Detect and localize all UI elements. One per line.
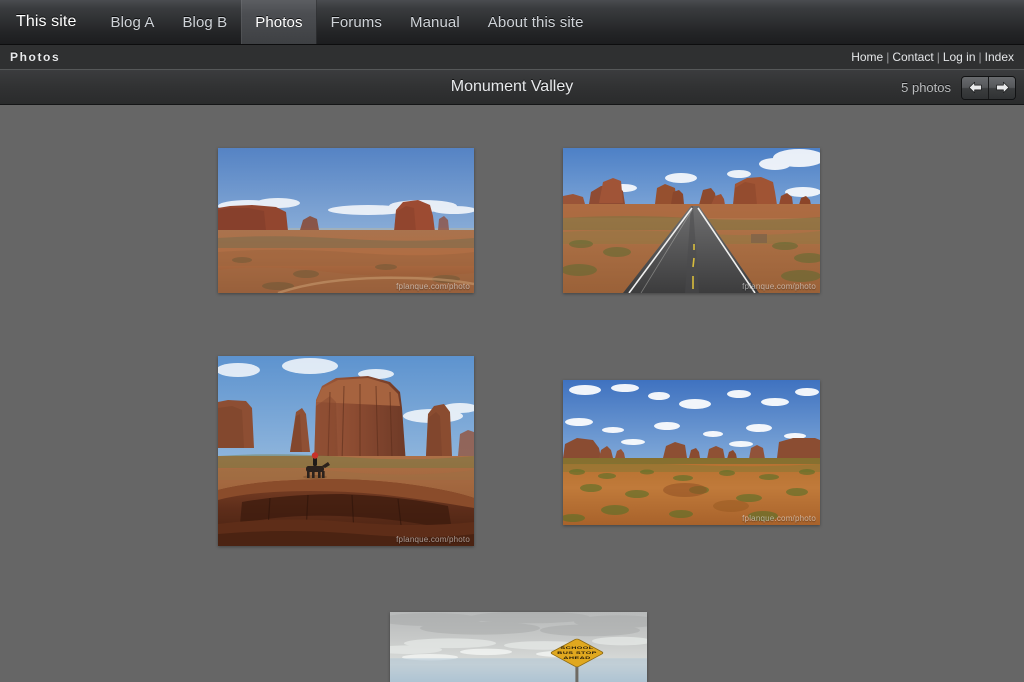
link-contact[interactable]: Contact xyxy=(892,50,933,64)
nav-item-label: Manual xyxy=(410,14,460,31)
photo-image-2 xyxy=(563,148,820,293)
photo-thumbnail[interactable]: fplanque.com/photo xyxy=(563,380,820,525)
nav-item-this-site[interactable]: This site xyxy=(6,0,96,44)
utility-links: Home|Contact|Log in|Index xyxy=(851,50,1014,64)
nav-item-manual[interactable]: Manual xyxy=(396,0,474,44)
arrow-left-icon xyxy=(968,81,983,94)
nav-item-forums[interactable]: Forums xyxy=(317,0,396,44)
nav-item-blog-a[interactable]: Blog A xyxy=(96,0,168,44)
nav-item-blog-b[interactable]: Blog B xyxy=(168,0,241,44)
photo-thumbnail[interactable]: SCHOOL BUS STOP AHEAD xyxy=(390,612,647,682)
nav-item-label: Blog B xyxy=(182,14,227,31)
album-title: Monument Valley xyxy=(0,78,1024,96)
link-separator: | xyxy=(976,50,985,64)
photo-image-4 xyxy=(563,380,820,525)
svg-text:SCHOOL: SCHOOL xyxy=(560,646,593,650)
photo-thumbnail[interactable]: fplanque.com/photo xyxy=(218,148,474,293)
nav-item-label: About this site xyxy=(488,14,584,31)
photo-image-1 xyxy=(218,148,474,293)
photo-image-3 xyxy=(218,356,474,546)
link-separator: | xyxy=(883,50,892,64)
photo-thumbnail[interactable]: fplanque.com/photo xyxy=(218,356,474,546)
nav-item-about-this-site[interactable]: About this site xyxy=(474,0,598,44)
nav-item-label: Forums xyxy=(331,14,382,31)
next-photo-button[interactable] xyxy=(988,77,1015,99)
photo-thumbnail[interactable]: fplanque.com/photo xyxy=(563,148,820,293)
nav-item-label: Blog A xyxy=(110,14,154,31)
svg-text:BUS STOP: BUS STOP xyxy=(557,651,597,655)
photo-count-label: 5 photos xyxy=(901,80,951,95)
album-toolbar-right: 5 photos xyxy=(901,70,1016,105)
album-toolbar: All Albums Monument Valley 5 photos xyxy=(0,70,1024,105)
link-home[interactable]: Home xyxy=(851,50,883,64)
previous-photo-button[interactable] xyxy=(962,77,988,99)
all-albums-button[interactable]: All Albums xyxy=(14,77,97,103)
link-log-in[interactable]: Log in xyxy=(943,50,976,64)
nav-item-photos[interactable]: Photos xyxy=(241,0,316,44)
photo-gallery: fplanque.com/photo xyxy=(0,105,1024,682)
nav-item-label: This site xyxy=(16,13,76,31)
pagination-controls xyxy=(961,76,1016,100)
arrow-right-icon xyxy=(995,81,1010,94)
nav-item-label: Photos xyxy=(255,14,302,31)
link-separator: | xyxy=(934,50,943,64)
photo-image-5: SCHOOL BUS STOP AHEAD xyxy=(390,612,647,682)
all-albums-label: All Albums xyxy=(37,75,80,105)
link-index[interactable]: Index xyxy=(985,50,1014,64)
section-header-bar: Photos Home|Contact|Log in|Index xyxy=(0,45,1024,70)
section-title: Photos xyxy=(10,50,60,64)
primary-navigation: This site Blog A Blog B Photos Forums Ma… xyxy=(0,0,1024,45)
svg-text:AHEAD: AHEAD xyxy=(563,656,591,660)
